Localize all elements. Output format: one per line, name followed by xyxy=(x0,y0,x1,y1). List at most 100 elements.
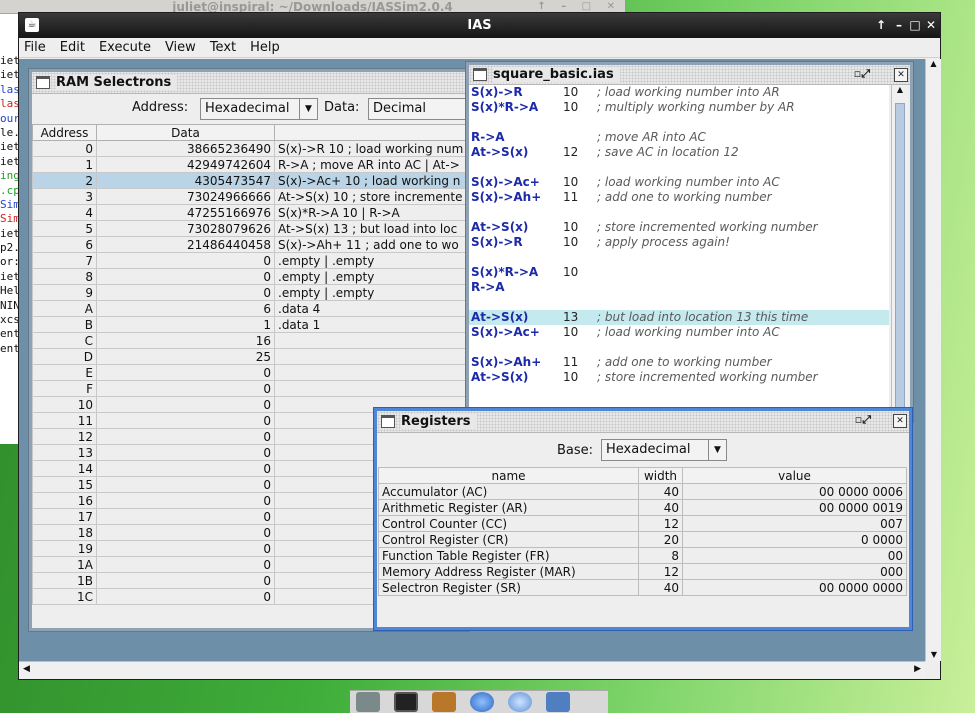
files-icon[interactable] xyxy=(356,692,380,712)
ram-row[interactable]: B 1 .data 1 xyxy=(32,316,466,333)
ram-address-cell[interactable]: B xyxy=(32,316,97,333)
ram-address-cell[interactable]: 1B xyxy=(32,572,97,589)
register-name-cell[interactable]: Control Register (CR) xyxy=(378,531,639,548)
ram-data-cell[interactable]: 0 xyxy=(96,492,275,509)
ram-address-cell[interactable]: 13 xyxy=(32,444,97,461)
registers-frame-titlebar[interactable]: Registers ▫⤢ ✕ xyxy=(377,411,909,433)
ram-row[interactable]: 5 73028079626 At->S(x) 13 ; but load into … xyxy=(32,220,466,237)
ram-row[interactable]: 4 47255166976 S(x)*R->A 10 | R->A xyxy=(32,204,466,221)
ram-address-cell[interactable]: A xyxy=(32,300,97,317)
ram-data-cell[interactable]: 0 xyxy=(96,556,275,573)
ram-data-cell[interactable]: 73028079626 xyxy=(96,220,275,237)
scroll-up-icon[interactable]: ▲ xyxy=(892,85,908,94)
editor-scrollbar[interactable]: ▲ xyxy=(891,85,908,419)
ram-row[interactable]: A 6 .data 4 xyxy=(32,300,466,317)
address-format-select[interactable]: Hexadecimal ▼ xyxy=(200,98,318,120)
register-row[interactable]: Arithmetic Register (AR) 40 00 0000 0019 xyxy=(378,499,907,516)
ram-data-cell[interactable]: 0 xyxy=(96,588,275,605)
ram-address-cell[interactable]: 9 xyxy=(32,284,97,301)
code-editor[interactable]: S(x)->R 10; load working number into AR S(… xyxy=(469,85,889,419)
ram-address-cell[interactable]: 12 xyxy=(32,428,97,445)
ram-code-cell[interactable]: .empty | .empty xyxy=(274,268,466,285)
register-name-cell[interactable]: Function Table Register (FR) xyxy=(378,547,639,564)
register-name-cell[interactable]: Memory Address Register (MAR) xyxy=(378,563,639,580)
ram-address-cell[interactable]: 16 xyxy=(32,492,97,509)
ram-address-cell[interactable]: 1A xyxy=(32,556,97,573)
register-width-cell[interactable]: 20 xyxy=(638,531,683,548)
register-name-cell[interactable]: Arithmetic Register (AR) xyxy=(378,499,639,516)
ram-data-cell[interactable]: 0 xyxy=(96,572,275,589)
ram-code-cell[interactable] xyxy=(274,332,466,349)
ram-code-cell[interactable]: .data 4 xyxy=(274,300,466,317)
register-row[interactable]: Control Register (CR) 20 0 0000 xyxy=(378,531,907,548)
ram-data-cell[interactable]: 0 xyxy=(96,412,275,429)
ram-address-cell[interactable]: 1C xyxy=(32,588,97,605)
register-value-cell[interactable]: 00 0000 0006 xyxy=(682,483,907,500)
menu-text[interactable]: Text xyxy=(210,40,236,55)
register-width-cell[interactable]: 12 xyxy=(638,515,683,532)
ram-row[interactable]: F0 xyxy=(32,380,466,397)
code-line[interactable]: S(x)*R->A 10 xyxy=(469,265,889,280)
ram-data-cell[interactable]: 16 xyxy=(96,332,275,349)
ram-address-cell[interactable]: 14 xyxy=(32,460,97,477)
ram-data-cell[interactable]: 0 xyxy=(96,444,275,461)
main-vertical-scrollbar[interactable]: ▲ ▼ xyxy=(925,59,941,661)
ram-data-cell[interactable]: 73024966666 xyxy=(96,188,275,205)
register-width-cell[interactable]: 40 xyxy=(638,579,683,596)
ram-data-cell[interactable]: 4305473547 xyxy=(96,172,275,189)
ram-row[interactable]: 6 21486440458 S(x)->Ah+ 11 ; add one to wo xyxy=(32,236,466,253)
ram-code-cell[interactable]: R->A ; move AR into AC | At-> xyxy=(274,156,466,173)
close-frame-icon[interactable]: ✕ xyxy=(894,68,908,82)
ram-address-cell[interactable]: 15 xyxy=(32,476,97,493)
register-name-cell[interactable]: Selectron Register (SR) xyxy=(378,579,639,596)
register-row[interactable]: Accumulator (AC) 40 00 0000 0006 xyxy=(378,483,907,500)
scroll-thumb[interactable] xyxy=(895,103,905,415)
minimize-frame-icon[interactable]: ▫⤢ xyxy=(854,67,870,81)
register-value-cell[interactable]: 000 xyxy=(682,563,907,580)
code-line[interactable] xyxy=(469,205,889,220)
register-value-cell[interactable]: 007 xyxy=(682,515,907,532)
ram-code-cell[interactable]: .empty | .empty xyxy=(274,284,466,301)
ram-data-cell[interactable]: 0 xyxy=(96,380,275,397)
main-horizontal-scrollbar[interactable]: ◀ ▶ xyxy=(19,661,925,679)
scroll-up-icon[interactable]: ▲ xyxy=(926,59,941,68)
col-data[interactable]: Data xyxy=(96,124,275,141)
register-row[interactable]: Memory Address Register (MAR) 12 000 xyxy=(378,563,907,580)
ram-code-cell[interactable]: S(x)->R 10 ; load working num xyxy=(274,140,466,157)
ram-data-cell[interactable]: 38665236490 xyxy=(96,140,275,157)
data-format-select[interactable]: Decimal xyxy=(368,98,466,120)
ram-row[interactable]: 1 42949742604 R->A ; move AR into AC | At-… xyxy=(32,156,466,173)
ram-data-cell[interactable]: 42949742604 xyxy=(96,156,275,173)
ram-address-cell[interactable]: 7 xyxy=(32,252,97,269)
minimize-frame-icon[interactable]: ▫⤢ xyxy=(855,413,871,427)
code-line[interactable]: S(x)->Ac+ 10 ; load working number into AC xyxy=(469,325,889,340)
ram-row[interactable]: E0 xyxy=(32,364,466,381)
ram-row[interactable]: D 25 xyxy=(32,348,466,365)
ram-code-cell[interactable]: S(x)->Ah+ 11 ; add one to wo xyxy=(274,236,466,253)
code-line[interactable]: S(x)*R->A 10 ; multiply working number by … xyxy=(469,100,889,115)
ram-address-cell[interactable]: 2 xyxy=(32,172,97,189)
ram-row[interactable]: 9 0 .empty | .empty xyxy=(32,284,466,301)
ram-data-cell[interactable]: 1 xyxy=(96,316,275,333)
ram-data-cell[interactable]: 0 xyxy=(96,476,275,493)
register-row[interactable]: Selectron Register (SR) 40 00 0000 0000 xyxy=(378,579,907,596)
base-select[interactable]: Hexadecimal ▼ xyxy=(601,439,727,461)
close-frame-icon[interactable]: ✕ xyxy=(893,414,907,428)
editor-frame-titlebar[interactable]: square_basic.ias ▫⤢ ✕ xyxy=(469,65,910,85)
ram-address-cell[interactable]: 18 xyxy=(32,524,97,541)
scroll-right-icon[interactable]: ▶ xyxy=(914,664,921,674)
ram-address-cell[interactable]: 3 xyxy=(32,188,97,205)
ram-address-cell[interactable]: 19 xyxy=(32,540,97,557)
ram-address-cell[interactable]: 1 xyxy=(32,156,97,173)
ram-row[interactable]: 2 4305473547 S(x)->Ac+ 10 ; load working n xyxy=(32,172,466,189)
code-line[interactable] xyxy=(469,295,889,310)
menu-file[interactable]: File xyxy=(24,40,46,55)
search-icon[interactable] xyxy=(508,692,532,712)
code-line[interactable]: At->S(x) 12 ; save AC in location 12 xyxy=(469,145,889,160)
register-width-cell[interactable]: 12 xyxy=(638,563,683,580)
ram-data-cell[interactable]: 0 xyxy=(96,428,275,445)
ram-data-cell[interactable]: 0 xyxy=(96,460,275,477)
ram-code-cell[interactable]: At->S(x) 13 ; but load into loc xyxy=(274,220,466,237)
ram-address-cell[interactable]: 6 xyxy=(32,236,97,253)
menu-execute[interactable]: Execute xyxy=(99,40,151,55)
